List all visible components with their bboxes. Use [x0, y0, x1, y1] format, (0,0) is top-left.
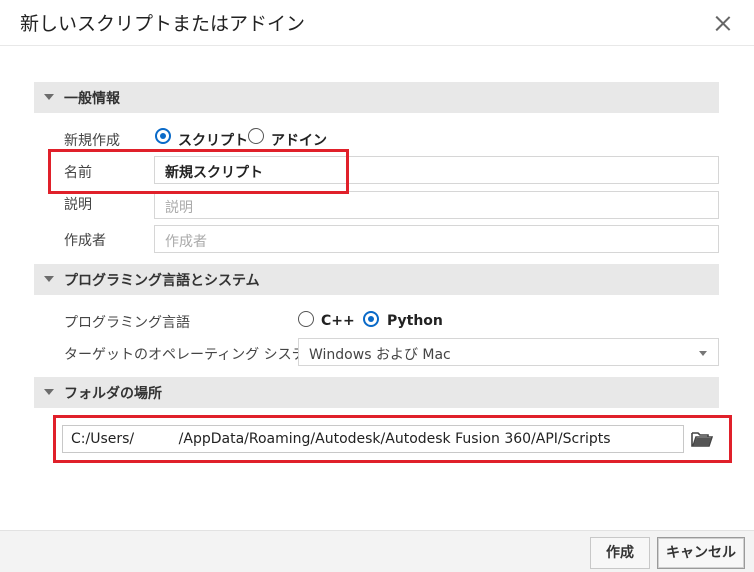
browse-folder-button[interactable]	[688, 426, 718, 452]
radio-addin[interactable]	[248, 128, 264, 144]
radio-cpp[interactable]	[298, 311, 314, 327]
cancel-button[interactable]: キャンセル	[657, 537, 745, 569]
collapse-triangle-icon	[44, 276, 54, 282]
close-icon[interactable]	[708, 8, 738, 38]
author-label: 作成者	[64, 233, 106, 249]
collapse-triangle-icon	[44, 94, 54, 100]
radio-addin-label[interactable]: アドイン	[271, 130, 327, 150]
folder-path-field[interactable]: C:/Users/ /AppData/Roaming/Autodesk/Auto…	[62, 425, 684, 453]
folder-open-icon	[691, 432, 714, 447]
radio-cpp-label[interactable]: C++	[321, 313, 355, 329]
radio-script[interactable]	[155, 128, 171, 144]
create-button[interactable]: 作成	[590, 537, 650, 569]
section-title: プログラミング言語とシステム	[64, 273, 260, 289]
language-label: プログラミング言語	[64, 315, 190, 331]
name-field[interactable]: 新規スクリプト	[154, 156, 719, 184]
dialog-title: 新しいスクリプトまたはアドイン	[20, 13, 306, 35]
radio-python[interactable]	[363, 311, 379, 327]
description-label: 説明	[64, 197, 92, 213]
section-general-header[interactable]: 一般情報	[34, 82, 719, 113]
radio-script-label[interactable]: スクリプト	[178, 130, 248, 150]
section-folder-header[interactable]: フォルダの場所	[34, 377, 719, 408]
os-label: ターゲットのオペレーティング システム	[64, 347, 320, 363]
os-dropdown-value: Windows および Mac	[309, 347, 451, 363]
os-dropdown[interactable]: Windows および Mac	[298, 338, 719, 366]
author-field[interactable]: 作成者	[154, 225, 719, 253]
section-title: 一般情報	[64, 91, 120, 107]
section-title: フォルダの場所	[64, 386, 162, 402]
radio-python-label[interactable]: Python	[387, 313, 443, 329]
create-type-label: 新規作成	[64, 133, 120, 149]
dialog-titlebar: 新しいスクリプトまたはアドイン	[0, 0, 754, 46]
name-label: 名前	[64, 165, 92, 181]
collapse-triangle-icon	[44, 389, 54, 395]
section-language-header[interactable]: プログラミング言語とシステム	[34, 264, 719, 295]
chevron-down-icon	[699, 351, 707, 356]
description-field[interactable]: 説明	[154, 191, 719, 219]
